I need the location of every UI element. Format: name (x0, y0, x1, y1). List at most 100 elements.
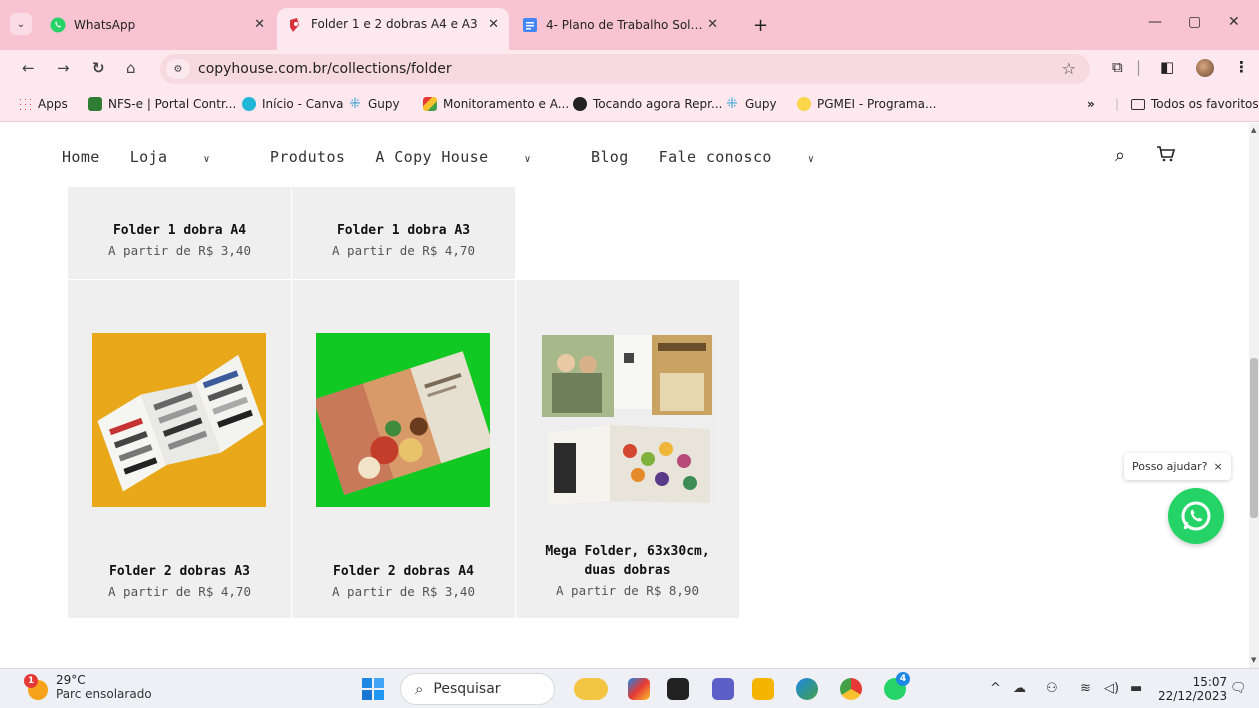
search-icon: ⌕ (415, 680, 424, 698)
date: 22/12/2023 (1158, 689, 1228, 703)
forward-icon[interactable]: → (57, 59, 70, 77)
more-bookmarks-icon[interactable]: » (1087, 97, 1095, 111)
site-info-icon[interactable]: ⚙ (166, 59, 190, 79)
side-panel-icon[interactable]: ◧ (1160, 58, 1174, 76)
battery-icon[interactable]: ▬ (1130, 681, 1142, 696)
help-close-icon[interactable]: × (1214, 460, 1223, 473)
product-card[interactable]: Folder 2 dobras A4 A partir de R$ 3,40 (292, 280, 515, 618)
close-icon[interactable]: ✕ (707, 17, 718, 32)
volume-icon[interactable]: ◁) (1104, 681, 1119, 696)
whatsapp-icon (1181, 501, 1211, 531)
page-scrollbar[interactable]: ▲ ▼ (1249, 123, 1259, 668)
scroll-up-icon[interactable]: ▲ (1251, 126, 1256, 134)
product-price: A partir de R$ 3,40 (332, 584, 475, 599)
site-nav: Home Loja ∨ Produtos A Copy House ∨ Blog F… (62, 148, 874, 166)
address-bar[interactable]: ⚙ copyhouse.com.br/collections/folder ☆ (160, 54, 1090, 84)
product-card[interactable]: Folder 2 dobras A3 A partir de R$ 4,70 (68, 280, 291, 618)
file-explorer-icon[interactable] (752, 678, 774, 700)
product-name[interactable]: Folder 1 dobra A4 (68, 221, 291, 240)
bing-highlight-icon[interactable] (574, 678, 608, 700)
whatsapp-taskbar-icon[interactable]: 4 (884, 672, 910, 700)
whatsapp-chat-button[interactable] (1168, 488, 1224, 544)
product-name[interactable]: Mega Folder, 63x30cm, duas dobras (526, 542, 729, 580)
clock[interactable]: 15:07 22/12/2023 (1158, 675, 1227, 703)
profile-avatar[interactable] (1196, 59, 1214, 77)
product-image[interactable] (313, 333, 494, 507)
bookmark-gupy[interactable]: ⁜ Gupy (348, 97, 400, 111)
teams-icon[interactable] (712, 678, 734, 700)
product-name[interactable]: Folder 1 dobra A3 (292, 221, 515, 240)
product-card[interactable]: Folder 1 dobra A4 A partir de R$ 3,40 (68, 187, 291, 279)
product-name[interactable]: Folder 2 dobras A4 (292, 562, 515, 581)
edge-icon[interactable] (796, 678, 818, 700)
window-close-icon[interactable]: ✕ (1228, 14, 1240, 30)
notification-badge: 1 (24, 674, 38, 688)
nav-a-copy-house[interactable]: A Copy House ∨ (375, 148, 561, 166)
close-icon[interactable]: ✕ (254, 17, 265, 32)
nav-blog[interactable]: Blog (591, 148, 629, 166)
tab-plano[interactable]: 4- Plano de Trabalho Solano Tri ✕ (512, 8, 740, 42)
network-status-icon[interactable]: ⚇ (1046, 681, 1058, 696)
cart-icon[interactable] (1156, 145, 1176, 168)
product-name[interactable]: Folder 2 dobras A3 (68, 562, 291, 581)
taskbar-search[interactable]: ⌕ Pesquisar (400, 673, 555, 705)
bookmarks-bar: Apps NFS-e | Portal Contr... Início - Ca… (0, 88, 1259, 122)
chrome-icon[interactable] (840, 678, 862, 700)
tab-folder[interactable]: Folder 1 e 2 dobras A4 e A3 ✕ (277, 8, 509, 50)
divider: | (1136, 58, 1142, 76)
product-card[interactable]: Mega Folder, 63x30cm, duas dobras A part… (516, 280, 739, 618)
chevron-down-icon: ∨ (807, 154, 815, 165)
product-card[interactable]: Folder 1 dobra A3 A partir de R$ 4,70 (292, 187, 515, 279)
chevron-down-icon: ∨ (524, 154, 531, 165)
close-icon[interactable]: ✕ (488, 17, 499, 32)
bookmark-star-icon[interactable]: ☆ (1062, 59, 1076, 78)
task-view-icon[interactable] (667, 678, 689, 700)
bookmark-nfse[interactable]: NFS-e | Portal Contr... (88, 97, 236, 111)
copilot-icon[interactable] (628, 678, 650, 700)
scroll-down-icon[interactable]: ▼ (1251, 656, 1256, 664)
search-icon[interactable]: ⌕ (1115, 145, 1125, 166)
minimize-icon[interactable]: — (1148, 14, 1162, 30)
windows-taskbar: 1 29°C Parc ensolarado ⌕ Pesquisar 4 ^ ☁… (0, 668, 1259, 708)
windows-start-icon[interactable] (361, 677, 385, 701)
help-bubble[interactable]: Posso ajudar? × (1124, 453, 1231, 480)
chevron-up-icon[interactable]: ^ (990, 681, 1001, 696)
product-price: A partir de R$ 4,70 (108, 584, 251, 599)
new-tab-icon[interactable]: + (753, 15, 768, 36)
restore-icon[interactable]: ▢ (1188, 14, 1201, 30)
nav-home[interactable]: Home (62, 148, 100, 166)
bookmark-tocando[interactable]: Tocando agora Repr... (573, 97, 722, 111)
reload-icon[interactable]: ↻ (92, 59, 105, 77)
nav-produtos[interactable]: Produtos (270, 148, 345, 166)
onedrive-icon[interactable]: ☁ (1013, 681, 1026, 696)
weather-sun-icon: 1 (24, 674, 50, 700)
product-image[interactable] (540, 333, 714, 507)
bookmark-label: NFS-e | Portal Contr... (108, 97, 237, 111)
tab-title: WhatsApp (74, 18, 136, 32)
bookmark-monitoramento[interactable]: Monitoramento e A... (423, 97, 569, 111)
menu-kebab-icon[interactable]: ⋮ (1234, 58, 1249, 76)
wifi-icon[interactable]: ≋ (1080, 681, 1091, 696)
chevron-down-icon: ∨ (203, 154, 210, 165)
back-icon[interactable]: ← (22, 59, 35, 77)
bookmark-pgmei[interactable]: PGMEI - Programa... (797, 97, 936, 111)
bookmark-gupy-2[interactable]: ⁜ Gupy (725, 97, 777, 111)
all-bookmarks-folder[interactable]: Todos os favoritos (1131, 97, 1259, 111)
bookmark-label: Gupy (745, 97, 777, 111)
pgmei-icon (797, 97, 811, 111)
nav-fale-conosco[interactable]: Fale conosco ∨ (659, 148, 845, 166)
weather-widget[interactable]: 1 29°C Parc ensolarado (24, 673, 152, 701)
nav-label: A Copy House (375, 148, 489, 166)
bookmark-apps[interactable]: Apps (18, 97, 68, 111)
bookmark-canva[interactable]: Início - Canva (242, 97, 344, 111)
extensions-icon[interactable]: ⧉ (1112, 58, 1123, 76)
scrollbar-thumb[interactable] (1250, 358, 1258, 518)
product-image[interactable] (92, 333, 266, 507)
home-icon[interactable]: ⌂ (126, 59, 136, 77)
tab-search-button[interactable]: ⌄ (10, 13, 32, 35)
monitoramento-icon (423, 97, 437, 111)
url-text[interactable]: copyhouse.com.br/collections/folder (198, 61, 452, 77)
tab-whatsapp[interactable]: WhatsApp ✕ (40, 8, 275, 42)
nav-loja[interactable]: Loja ∨ (130, 148, 240, 166)
notification-center-icon[interactable]: 🗨 (1230, 681, 1247, 696)
